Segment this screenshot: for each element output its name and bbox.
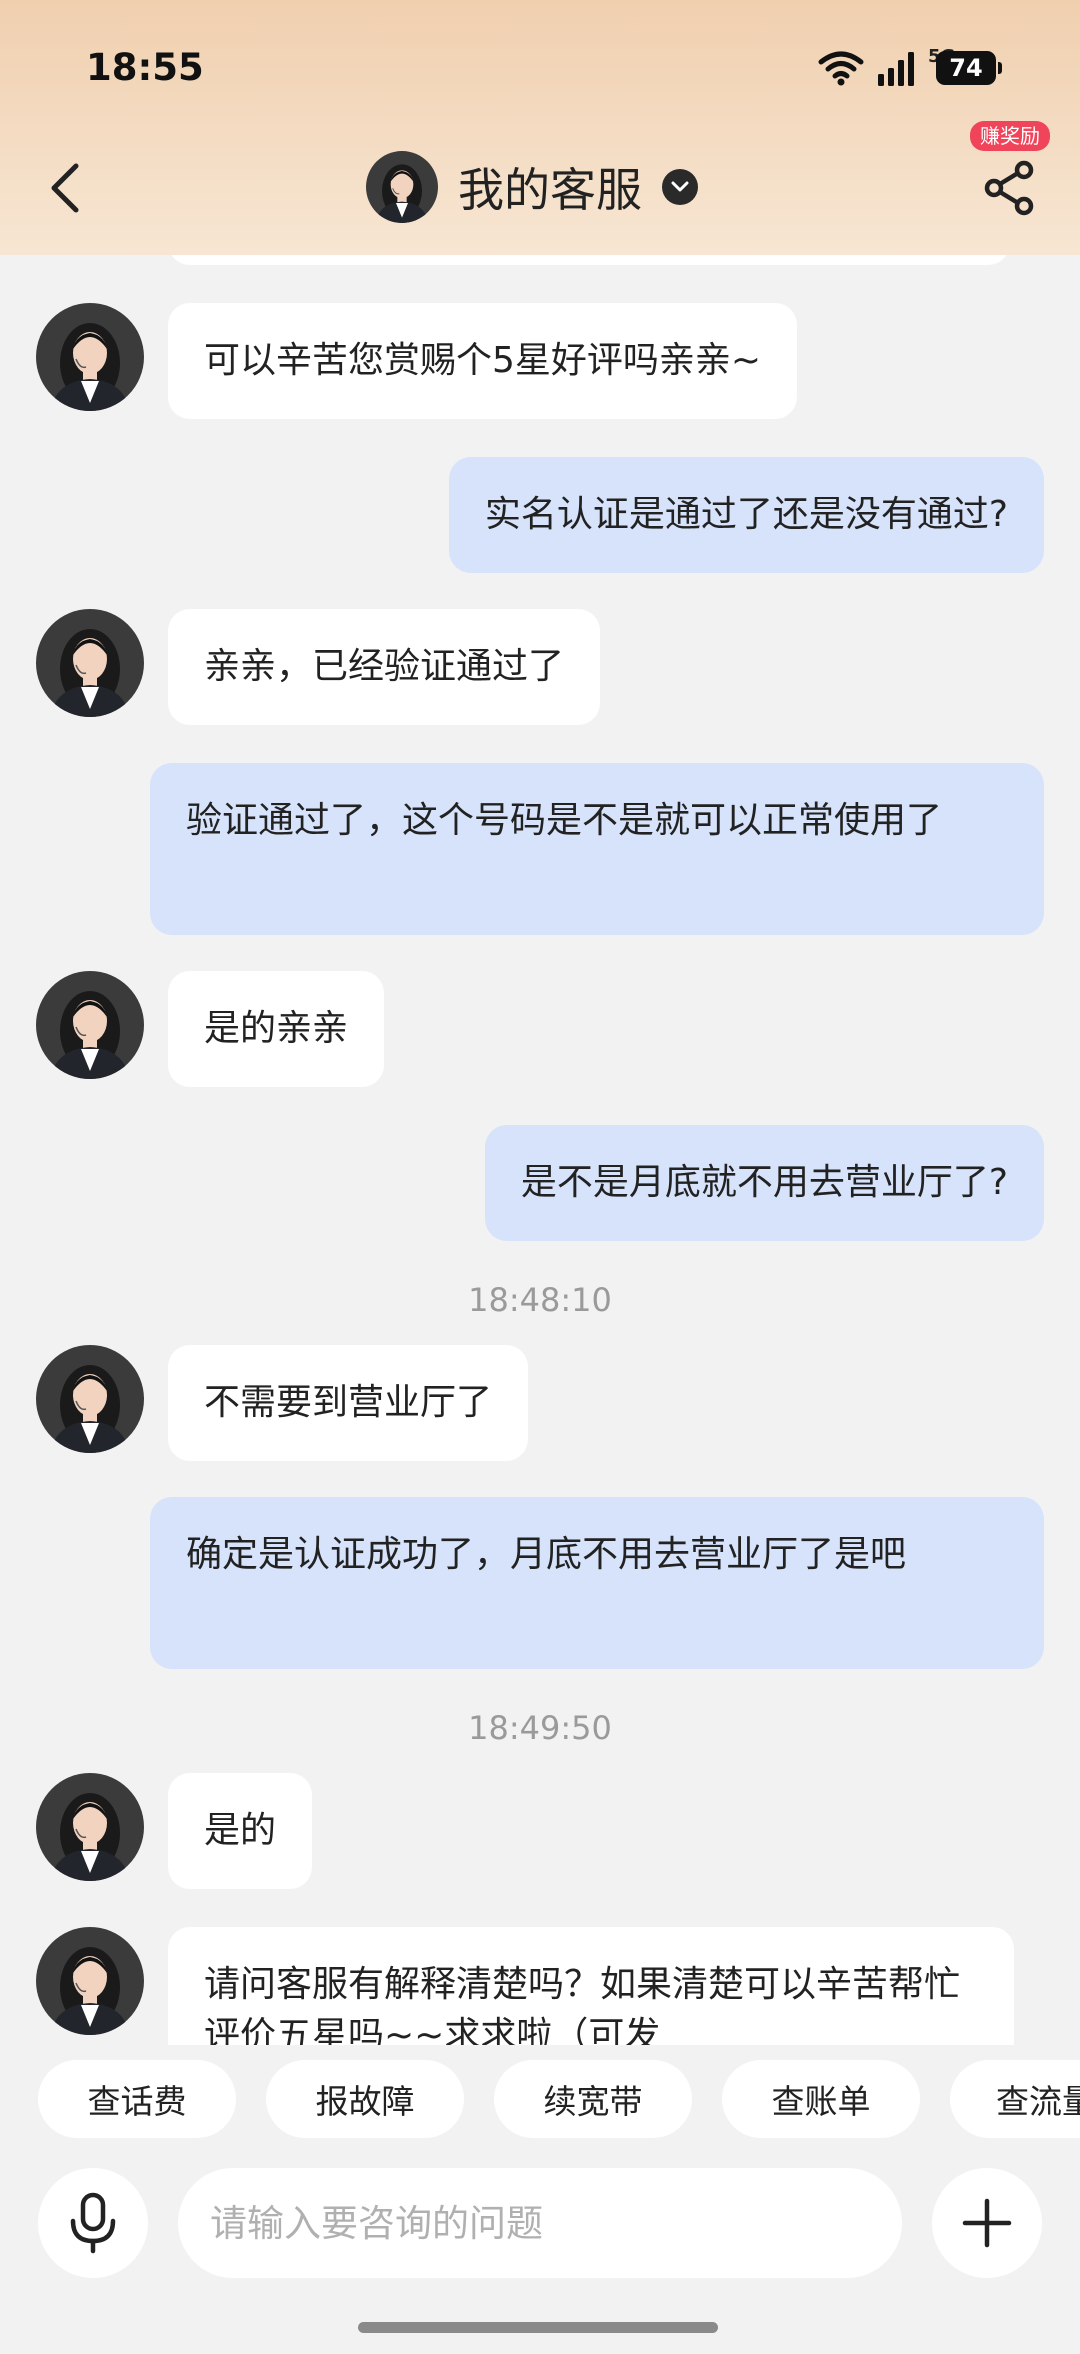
user-message: 确定是认证成功了，月底不用去营业厅了是吧 — [150, 1497, 1044, 1669]
quick-action-chip[interactable]: 查流量 — [950, 2060, 1080, 2138]
agent-message: 不需要到营业厅了 — [168, 1345, 529, 1461]
agent-avatar[interactable] — [36, 971, 144, 1079]
agent-message: 可以辛苦您赏赐个5星好评吗亲亲~ — [168, 303, 798, 419]
quick-action-chip[interactable]: 续宽带 — [494, 2060, 692, 2138]
agent-avatar[interactable] — [36, 303, 144, 411]
plus-icon — [962, 2198, 1012, 2248]
service-avatar — [366, 151, 438, 223]
more-options-button[interactable] — [932, 2168, 1042, 2278]
share-icon[interactable] — [980, 158, 1040, 218]
page-title: 我的客服 — [458, 163, 642, 217]
back-chevron-icon[interactable] — [46, 160, 86, 216]
agent-avatar[interactable] — [36, 609, 144, 717]
status-time: 18:55 — [86, 46, 204, 89]
user-message: 是不是月底就不用去营业厅了? — [484, 1125, 1044, 1241]
agent-message: 是的 — [168, 1773, 313, 1889]
message-timestamp: 18:48:10 — [468, 1281, 612, 1319]
header-bar: 18:55 5G 74 我的客服 赚奖励 — [0, 0, 1080, 255]
quick-action-chip[interactable]: 报故障 — [266, 2060, 464, 2138]
agent-message: 亲亲，已经验证通过了 — [168, 609, 601, 725]
signal-icon: 5G — [876, 46, 955, 88]
battery-indicator: 74 — [936, 51, 1002, 85]
question-input[interactable] — [178, 2168, 902, 2278]
microphone-icon — [70, 2192, 116, 2254]
previous-message-bubble — [168, 255, 1010, 265]
user-message: 实名认证是通过了还是没有通过? — [448, 457, 1044, 573]
quick-action-chip[interactable]: 查话费 — [38, 2060, 236, 2138]
agent-message: 是的亲亲 — [168, 971, 385, 1087]
voice-input-button[interactable] — [38, 2168, 148, 2278]
home-indicator[interactable] — [358, 2322, 718, 2333]
chat-title[interactable]: 我的客服 — [366, 150, 698, 224]
agent-avatar[interactable] — [36, 1345, 144, 1453]
quick-action-chip[interactable]: 查账单 — [722, 2060, 920, 2138]
agent-avatar[interactable] — [36, 1773, 144, 1881]
wifi-icon — [818, 51, 864, 86]
quick-actions: 查话费 报故障 续宽带 查账单 查流量 — [0, 2060, 1080, 2140]
agent-message: 请问客服有解释清楚吗？如果清楚可以辛苦帮忙评价五星吗~~求求啦（可发 — [168, 1927, 1014, 2045]
chat-area[interactable]: 可以辛苦您赏赐个5星好评吗亲亲~ 实名认证是通过了还是没有通过? 亲亲，已经验证… — [0, 255, 1080, 2045]
reward-badge[interactable]: 赚奖励 — [970, 121, 1050, 151]
agent-avatar[interactable] — [36, 1927, 144, 2035]
user-message: 验证通过了，这个号码是不是就可以正常使用了 — [150, 763, 1044, 935]
chevron-down-icon[interactable] — [662, 169, 698, 205]
message-timestamp: 18:49:50 — [468, 1709, 612, 1747]
status-icons: 5G 74 — [818, 46, 1002, 90]
